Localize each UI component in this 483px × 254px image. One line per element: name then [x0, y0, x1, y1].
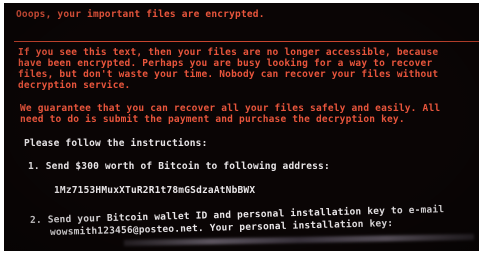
intro-line-1: If you see this text, then your files ar… — [18, 47, 439, 58]
intro-line-3: files, but don't waste your time. Nobody… — [18, 69, 439, 80]
title-divider — [14, 41, 479, 42]
bitcoin-address: 1Mz7153HMuxXTuR2R1t78mGSdzaAtNbBWX — [54, 185, 256, 196]
ransom-screen: Ooops, your important files are encrypte… — [4, 3, 479, 251]
instructions-heading: Please follow the instructions: — [24, 138, 208, 149]
intro-line-2: have been encrypted. Perhaps you are bus… — [18, 58, 433, 69]
intro-line-4: decryption service. — [18, 80, 131, 91]
instruction-step-1: 1. Send $300 worth of Bitcoin to followi… — [28, 161, 330, 172]
guarantee-line-2: need to do is submit the payment and pur… — [20, 114, 405, 125]
guarantee-line-1: We guarantee that you can recover all yo… — [20, 103, 441, 114]
ransom-title: Ooops, your important files are encrypte… — [16, 9, 265, 20]
blurred-installation-key — [123, 233, 475, 247]
